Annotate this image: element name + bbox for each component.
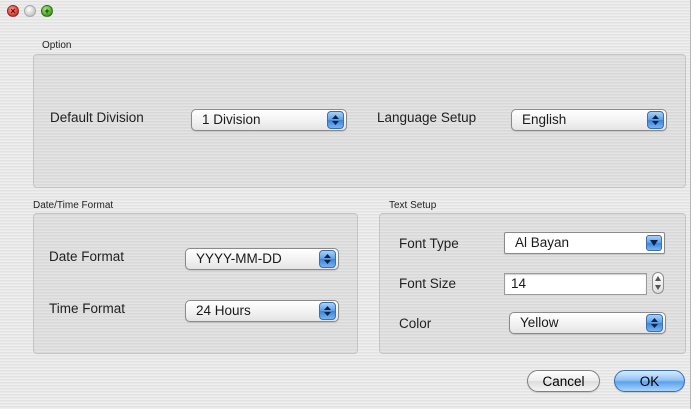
font-size-label: Font Size bbox=[399, 276, 457, 291]
title-bar[interactable]: × + bbox=[0, 0, 690, 22]
color-label: Color bbox=[399, 316, 432, 331]
stepper-down-icon bbox=[655, 285, 661, 290]
text-setup-group-title: Text Setup bbox=[389, 200, 437, 211]
preferences-window: × + Option Default Division 1 Division L… bbox=[0, 0, 691, 409]
popup-arrows-icon bbox=[327, 111, 344, 129]
datetime-group-title: Date/Time Format bbox=[33, 200, 114, 211]
font-type-combo[interactable]: Al Bayan bbox=[504, 232, 665, 254]
language-setup-label: Language Setup bbox=[377, 110, 477, 125]
date-format-label: Date Format bbox=[49, 249, 125, 264]
font-size-stepper[interactable] bbox=[652, 272, 664, 294]
date-format-value: YYYY-MM-DD bbox=[196, 251, 282, 266]
popup-arrows-icon bbox=[646, 314, 663, 332]
time-format-label: Time Format bbox=[49, 301, 126, 316]
font-type-label: Font Type bbox=[399, 236, 459, 251]
color-value: Yellow bbox=[520, 315, 559, 330]
default-division-popup[interactable]: 1 Division bbox=[191, 109, 347, 131]
popup-arrows-icon bbox=[647, 111, 664, 129]
font-size-field[interactable]: 14 bbox=[504, 273, 647, 295]
minimize-window-icon[interactable] bbox=[24, 5, 36, 17]
language-setup-popup[interactable]: English bbox=[511, 109, 667, 131]
time-format-popup[interactable]: 24 Hours bbox=[185, 300, 339, 322]
close-window-icon[interactable]: × bbox=[7, 5, 19, 17]
zoom-window-icon[interactable]: + bbox=[41, 5, 53, 17]
chevron-down-icon[interactable] bbox=[646, 235, 662, 251]
date-format-popup[interactable]: YYYY-MM-DD bbox=[185, 248, 339, 270]
color-popup[interactable]: Yellow bbox=[509, 312, 666, 334]
time-format-value: 24 Hours bbox=[196, 303, 251, 318]
close-glyph: × bbox=[10, 6, 16, 16]
stepper-up-icon bbox=[655, 276, 661, 281]
language-setup-value: English bbox=[522, 112, 567, 127]
zoom-glyph: + bbox=[44, 6, 50, 16]
ok-button[interactable]: OK bbox=[614, 370, 685, 392]
popup-arrows-icon bbox=[319, 302, 336, 320]
default-division-label: Default Division bbox=[50, 110, 144, 125]
cancel-button[interactable]: Cancel bbox=[527, 370, 600, 392]
default-division-value: 1 Division bbox=[202, 112, 261, 127]
datetime-group bbox=[33, 213, 358, 354]
popup-arrows-icon bbox=[319, 250, 336, 268]
option-group-title: Option bbox=[42, 40, 72, 51]
font-type-value: Al Bayan bbox=[515, 235, 570, 250]
